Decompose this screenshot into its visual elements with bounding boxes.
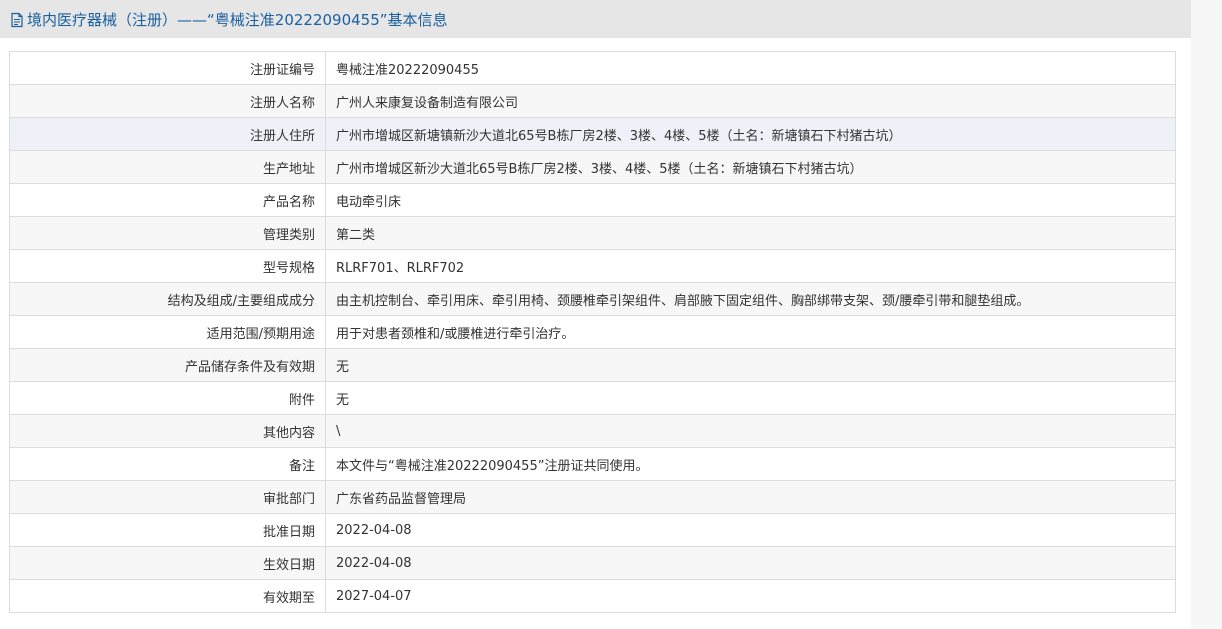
document-icon [9, 12, 25, 28]
scrollbar-track[interactable] [1191, 0, 1222, 629]
field-label: 附件 [9, 381, 326, 415]
field-value: RLRF701、RLRF702 [325, 249, 1176, 283]
table-row: 生产地址 广州市增城区新沙大道北65号B栋厂房2楼、3楼、4楼、5楼（土名：新塘镇… [9, 150, 1176, 184]
table-row: 附件无 [9, 381, 1176, 415]
field-value: 电动牵引床 [325, 183, 1176, 217]
field-label: 型号规格 [9, 249, 326, 283]
field-value: 广州市增城区新塘镇新沙大道北65号B栋厂房2楼、3楼、4楼、5楼（土名：新塘镇石… [325, 117, 1176, 151]
field-value: 无 [325, 381, 1176, 415]
table-row: 生效日期 2022-04-08 [9, 546, 1176, 580]
table-row: 结构及组成/主要组成成分 由主机控制台、牵引用床、牵引用椅、颈腰椎牵引架组件、肩部… [9, 282, 1176, 316]
page-header: 境内医疗器械（注册）——“粤械注准20222090455”基本信息 [0, 0, 1191, 38]
table-row: 备注 本文件与“粤械注准20222090455”注册证共同使用。 [9, 447, 1176, 481]
field-value: 第二类 [325, 216, 1176, 250]
info-table-body: 注册证编号 粤械注准20222090455 注册人名称 广州人来康复设备制造有限公司注… [9, 51, 1176, 613]
table-row: 审批部门 广东省药品监督管理局 [9, 480, 1176, 514]
table-row: 有效期至 2027-04-07 [9, 579, 1176, 613]
field-value: 2027-04-07 [325, 579, 1176, 613]
field-label: 产品储存条件及有效期 [9, 348, 326, 382]
field-label: 产品名称 [9, 183, 326, 217]
field-label: 管理类别 [9, 216, 326, 250]
table-row: 适用范围/预期用途 用于对患者颈椎和/或腰椎进行牵引治疗。 [9, 315, 1176, 349]
field-label: 有效期至 [9, 579, 326, 613]
field-value: 广州市增城区新沙大道北65号B栋厂房2楼、3楼、4楼、5楼（土名：新塘镇石下村猪… [325, 150, 1176, 184]
table-row: 注册人住所 广州市增城区新塘镇新沙大道北65号B栋厂房2楼、3楼、4楼、5楼（土名… [9, 117, 1176, 151]
field-label: 结构及组成/主要组成成分 [9, 282, 326, 316]
field-value: 用于对患者颈椎和/或腰椎进行牵引治疗。 [325, 315, 1176, 349]
table-row: 注册人名称 广州人来康复设备制造有限公司 [9, 84, 1176, 118]
field-value: 2022-04-08 [325, 546, 1176, 580]
field-value: 粤械注准20222090455 [325, 51, 1176, 85]
field-value: 2022-04-08 [325, 513, 1176, 547]
table-row: 其他内容 \ [9, 414, 1176, 448]
field-label: 审批部门 [9, 480, 326, 514]
field-label: 备注 [9, 447, 326, 481]
table-row: 产品储存条件及有效期无 [9, 348, 1176, 382]
table-row: 批准日期 2022-04-08 [9, 513, 1176, 547]
field-value: 广东省药品监督管理局 [325, 480, 1176, 514]
field-value: 广州人来康复设备制造有限公司 [325, 84, 1176, 118]
field-label: 生产地址 [9, 150, 326, 184]
table-row: 型号规格 RLRF701、RLRF702 [9, 249, 1176, 283]
field-label: 注册证编号 [9, 51, 326, 85]
field-label: 适用范围/预期用途 [9, 315, 326, 349]
field-value: 本文件与“粤械注准20222090455”注册证共同使用。 [325, 447, 1176, 481]
field-label: 批准日期 [9, 513, 326, 547]
field-label: 注册人住所 [9, 117, 326, 151]
page: 境内医疗器械（注册）——“粤械注准20222090455”基本信息 注册证编号粤… [0, 0, 1222, 629]
info-table: 注册证编号 粤械注准20222090455 注册人名称 广州人来康复设备制造有限公司注… [9, 51, 1176, 613]
field-label: 生效日期 [9, 546, 326, 580]
table-row: 产品名称 电动牵引床 [9, 183, 1176, 217]
field-label: 注册人名称 [9, 84, 326, 118]
table-row: 管理类别 第二类 [9, 216, 1176, 250]
field-value: 由主机控制台、牵引用床、牵引用椅、颈腰椎牵引架组件、肩部腋下固定组件、胸部绑带支… [325, 282, 1176, 316]
field-label: 其他内容 [9, 414, 326, 448]
field-value: \ [325, 414, 1176, 448]
page-title: 境内医疗器械（注册）——“粤械注准20222090455”基本信息 [27, 10, 448, 29]
field-value: 无 [325, 348, 1176, 382]
table-row: 注册证编号 粤械注准20222090455 [9, 51, 1176, 85]
